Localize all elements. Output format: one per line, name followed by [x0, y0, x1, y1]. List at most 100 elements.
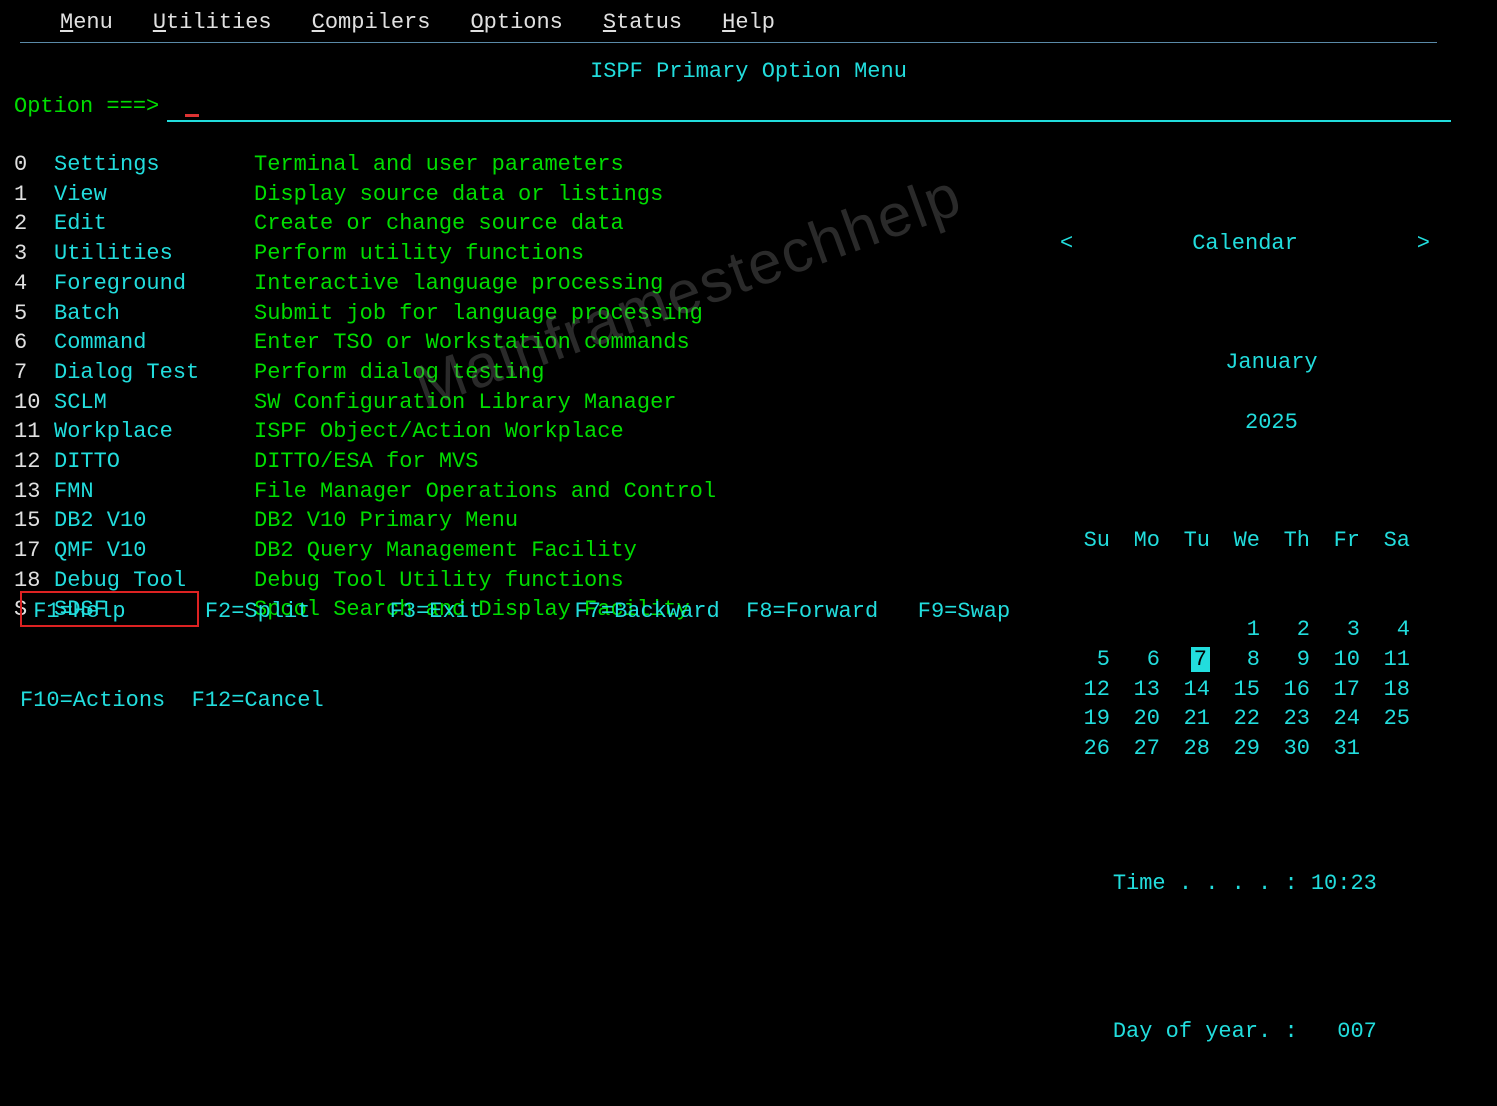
option-row[interactable]: 12DITTODITTO/ESA for MVS [14, 447, 716, 477]
option-description: Perform utility functions [254, 239, 584, 269]
menu-item-help[interactable]: Help [722, 8, 775, 38]
calendar-week: 12131415161718 [1060, 675, 1430, 705]
option-label: Option ===> [14, 92, 159, 122]
option-row[interactable]: 1ViewDisplay source data or listings [14, 180, 716, 210]
option-name: Dialog Test [54, 358, 254, 388]
option-row[interactable]: 15DB2 V10DB2 V10 Primary Menu [14, 506, 716, 536]
calendar-day [1060, 615, 1110, 645]
option-description: Create or change source data [254, 209, 624, 239]
time-value: 10:23 [1311, 871, 1377, 896]
option-row[interactable]: 11WorkplaceISPF Object/Action Workplace [14, 417, 716, 447]
calendar-day[interactable]: 11 [1360, 645, 1410, 675]
option-name: View [54, 180, 254, 210]
calendar-day-header: Sa [1360, 526, 1410, 556]
option-description: Enter TSO or Workstation commands [254, 328, 690, 358]
option-description: Display source data or listings [254, 180, 663, 210]
option-input[interactable] [167, 93, 1451, 122]
option-name: Batch [54, 299, 254, 329]
calendar-day[interactable]: 23 [1260, 704, 1310, 734]
option-row[interactable]: 3UtilitiesPerform utility functions [14, 239, 716, 269]
option-number: 11 [14, 417, 54, 447]
option-name: SCLM [54, 388, 254, 418]
calendar-day-header: Mo [1110, 526, 1160, 556]
option-row[interactable]: 2EditCreate or change source data [14, 209, 716, 239]
option-row[interactable]: 6CommandEnter TSO or Workstation command… [14, 328, 716, 358]
calendar-day[interactable]: 19 [1060, 704, 1110, 734]
option-description: Perform dialog testing [254, 358, 544, 388]
calendar-title: Calendar [1192, 229, 1298, 259]
option-name: Edit [54, 209, 254, 239]
option-description: Submit job for language processing [254, 299, 703, 329]
option-number: 15 [14, 506, 54, 536]
time-label: Time . . . . : [1113, 871, 1298, 896]
calendar-day[interactable]: 31 [1310, 734, 1360, 764]
calendar-day[interactable]: 28 [1160, 734, 1210, 764]
calendar-day[interactable]: 5 [1060, 645, 1110, 675]
calendar-day[interactable]: 13 [1110, 675, 1160, 705]
calendar-day[interactable]: 10 [1310, 645, 1360, 675]
calendar-day[interactable]: 4 [1360, 615, 1410, 645]
calendar-day[interactable]: 25 [1360, 704, 1410, 734]
option-number: 13 [14, 477, 54, 507]
divider [20, 42, 1437, 43]
menu-item-utilities[interactable]: Utilities [153, 8, 272, 38]
calendar-week: 262728293031 [1060, 734, 1430, 764]
option-name: Command [54, 328, 254, 358]
calendar-week: 19202122232425 [1060, 704, 1430, 734]
option-name: Workplace [54, 417, 254, 447]
calendar-day[interactable]: 12 [1060, 675, 1110, 705]
calendar-day-header: Su [1060, 526, 1110, 556]
menu-item-options[interactable]: Options [470, 8, 562, 38]
calendar-day[interactable]: 14 [1160, 675, 1210, 705]
option-number: 0 [14, 150, 54, 180]
calendar-next-button[interactable]: > [1417, 229, 1430, 259]
calendar-year: 2025 [1245, 410, 1298, 435]
option-name: Utilities [54, 239, 254, 269]
fkeys-line1: F1=Help F2=Split F3=Exit F7=Backward F8=… [20, 597, 1010, 627]
calendar-day[interactable]: 9 [1260, 645, 1310, 675]
option-row[interactable]: 5BatchSubmit job for language processing [14, 299, 716, 329]
option-number: 3 [14, 239, 54, 269]
calendar-day[interactable]: 15 [1210, 675, 1260, 705]
calendar-day [1110, 615, 1160, 645]
calendar-day[interactable]: 29 [1210, 734, 1260, 764]
calendar-day[interactable]: 1 [1210, 615, 1260, 645]
option-name: DB2 V10 [54, 506, 254, 536]
calendar-grid: 1234567891011121314151617181920212223242… [1060, 615, 1430, 763]
option-number: 5 [14, 299, 54, 329]
calendar-month: January [1225, 350, 1317, 375]
menubar: Menu Utilities Compilers Options Status … [0, 0, 1497, 40]
option-number: 1 [14, 180, 54, 210]
option-row[interactable]: 13FMNFile Manager Operations and Control [14, 477, 716, 507]
calendar-day[interactable]: 3 [1310, 615, 1360, 645]
calendar-day[interactable]: 18 [1360, 675, 1410, 705]
calendar-day[interactable]: 24 [1310, 704, 1360, 734]
calendar-day[interactable]: 7 [1160, 645, 1210, 675]
menu-item-status[interactable]: Status [603, 8, 682, 38]
option-row[interactable]: 10SCLMSW Configuration Library Manager [14, 388, 716, 418]
option-description: File Manager Operations and Control [254, 477, 716, 507]
calendar-panel: < Calendar > January 2025 SuMoTuWeThFrSa… [1060, 170, 1430, 1106]
option-number: 12 [14, 447, 54, 477]
option-row[interactable]: 0SettingsTerminal and user parameters [14, 150, 716, 180]
option-row[interactable]: 7Dialog TestPerform dialog testing [14, 358, 716, 388]
calendar-day[interactable]: 16 [1260, 675, 1310, 705]
option-number: 7 [14, 358, 54, 388]
calendar-day[interactable]: 22 [1210, 704, 1260, 734]
option-row[interactable]: 4ForegroundInteractive language processi… [14, 269, 716, 299]
calendar-day [1360, 734, 1410, 764]
calendar-prev-button[interactable]: < [1060, 229, 1073, 259]
calendar-day[interactable]: 20 [1110, 704, 1160, 734]
menu-item-compilers[interactable]: Compilers [312, 8, 431, 38]
calendar-day[interactable]: 8 [1210, 645, 1260, 675]
calendar-day[interactable]: 21 [1160, 704, 1210, 734]
menu-item-menu[interactable]: Menu [60, 8, 113, 38]
calendar-day[interactable]: 26 [1060, 734, 1110, 764]
calendar-day[interactable]: 6 [1110, 645, 1160, 675]
calendar-day[interactable]: 27 [1110, 734, 1160, 764]
calendar-day[interactable]: 17 [1310, 675, 1360, 705]
calendar-day[interactable]: 2 [1260, 615, 1310, 645]
option-description: Terminal and user parameters [254, 150, 624, 180]
calendar-day[interactable]: 30 [1260, 734, 1310, 764]
calendar-day-header: Th [1260, 526, 1310, 556]
